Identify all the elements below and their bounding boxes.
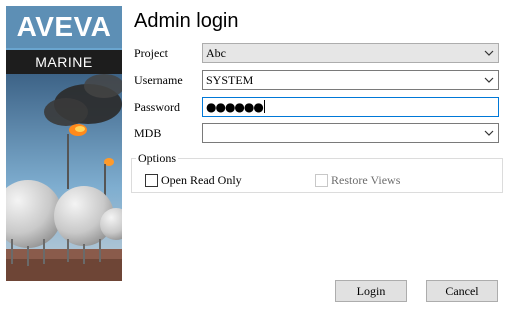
project-value: Abc: [206, 46, 226, 60]
brand-panel: AVEVA MARINE: [6, 6, 122, 281]
mdb-label: MDB: [134, 126, 162, 140]
dialog-title: Admin login: [134, 10, 239, 32]
options-legend: Options: [136, 151, 179, 166]
login-button[interactable]: Login: [335, 280, 407, 302]
password-label: Password: [134, 100, 181, 114]
mdb-dropdown[interactable]: [202, 123, 499, 143]
plant-photo: [6, 74, 122, 281]
project-label: Project: [134, 46, 168, 60]
brand-sub: MARINE: [35, 54, 93, 70]
chevron-down-icon[interactable]: [483, 44, 495, 62]
aveva-logo: AVEVA: [6, 6, 122, 48]
password-value: ●●●●●●: [206, 100, 264, 114]
password-field[interactable]: ●●●●●●: [202, 97, 499, 117]
cancel-button[interactable]: Cancel: [426, 280, 498, 302]
text-cursor: [263, 100, 265, 113]
brand-name: AVEVA: [16, 11, 112, 42]
restore-views-checkbox[interactable]: [315, 174, 328, 187]
open-read-only-label[interactable]: Open Read Only: [161, 173, 242, 188]
chevron-down-icon[interactable]: [483, 124, 495, 142]
project-dropdown[interactable]: Abc: [202, 43, 499, 63]
username-value: SYSTEM: [206, 73, 254, 87]
chevron-down-icon[interactable]: [483, 71, 495, 89]
username-label: Username: [134, 73, 183, 87]
open-read-only-checkbox[interactable]: [145, 174, 158, 187]
restore-views-label[interactable]: Restore Views: [331, 173, 400, 188]
marine-banner: MARINE: [6, 48, 122, 74]
username-dropdown[interactable]: SYSTEM: [202, 70, 499, 90]
